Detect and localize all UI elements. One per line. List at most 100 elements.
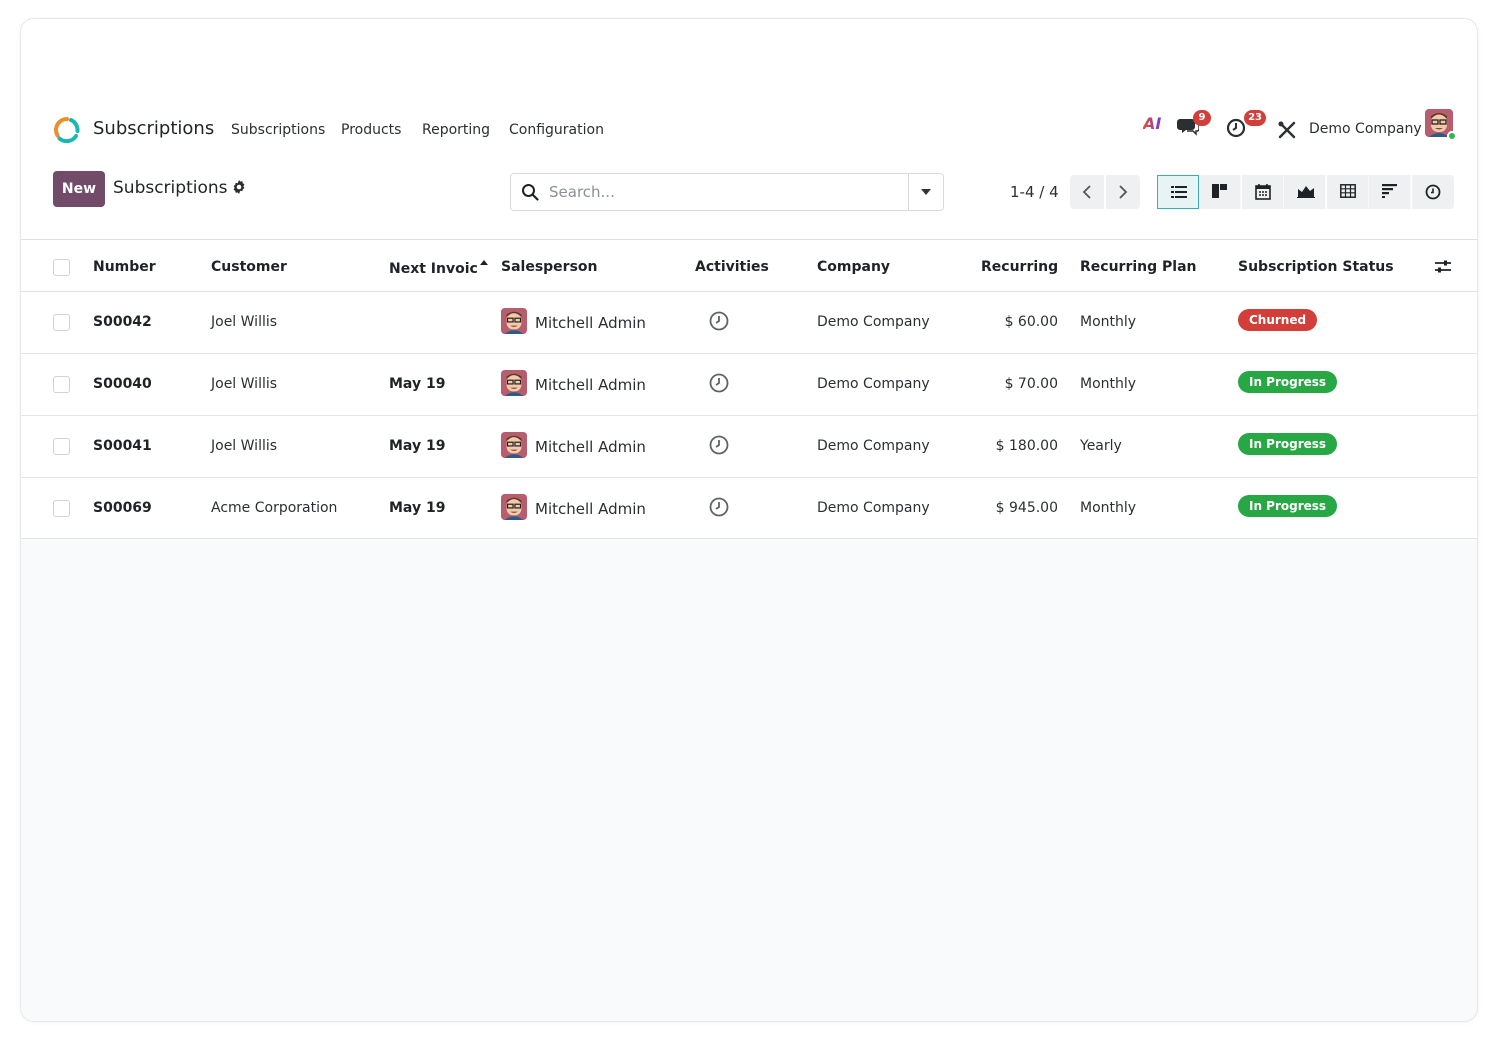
messages-badge: 9: [1193, 110, 1211, 126]
column-salesperson[interactable]: Salesperson: [501, 259, 598, 275]
salesperson-avatar-icon: [501, 370, 527, 396]
row-checkbox[interactable]: [53, 500, 70, 517]
messages-button[interactable]: 9: [1177, 110, 1211, 137]
activities-badge: 23: [1244, 110, 1266, 126]
ai-button[interactable]: AI: [1143, 114, 1161, 133]
pivot-view-button[interactable]: [1327, 175, 1369, 209]
gear-icon[interactable]: [231, 179, 247, 195]
tools-icon[interactable]: [1277, 120, 1297, 140]
customer-name: Joel Willis: [211, 438, 278, 454]
search-options-toggle[interactable]: [908, 174, 943, 210]
table-row[interactable]: S00042 Joel Willis Mitchell Admin Demo Comp…: [21, 292, 1477, 354]
user-avatar[interactable]: [1425, 109, 1457, 141]
status-badge: Churned: [1238, 309, 1318, 331]
activities-button[interactable]: 23: [1226, 110, 1266, 138]
table-row[interactable]: S00069 Acme Corporation May 19 Mitchell Adm…: [21, 478, 1477, 539]
customer-name: Acme Corporation: [211, 500, 338, 516]
company-name: Demo Company: [817, 376, 930, 392]
column-activities[interactable]: Activities: [695, 259, 769, 275]
row-checkbox[interactable]: [53, 376, 70, 393]
status-badge: In Progress: [1238, 433, 1338, 455]
new-button[interactable]: New: [53, 171, 105, 207]
activity-button[interactable]: [709, 373, 729, 393]
graph-view-button[interactable]: [1284, 175, 1326, 209]
next-invoice-date: May 19: [389, 438, 446, 454]
search-icon: [522, 184, 539, 201]
menu-configuration[interactable]: Configuration: [509, 122, 604, 138]
chevron-right-icon: [1119, 185, 1128, 199]
salesperson-name: Mitchell Admin: [535, 500, 646, 518]
subscriptions-app-icon[interactable]: [53, 116, 81, 144]
table-body: S00042 Joel Willis Mitchell Admin Demo Comp…: [21, 292, 1477, 539]
kanban-icon: [1212, 184, 1227, 198]
recurring-amount: $ 70.00: [1004, 376, 1058, 392]
next-invoice-date: May 19: [389, 376, 446, 392]
salesperson-avatar: [501, 308, 527, 334]
column-number[interactable]: Number: [93, 259, 156, 275]
clock-icon: [1425, 184, 1441, 200]
calendar-view-button[interactable]: [1242, 175, 1284, 209]
optional-columns-icon[interactable]: [1434, 259, 1452, 275]
column-customer[interactable]: Customer: [211, 259, 287, 275]
recurring-plan: Monthly: [1080, 500, 1137, 516]
search-bar: [510, 173, 944, 211]
row-checkbox[interactable]: [53, 438, 70, 455]
table-row[interactable]: S00040 Joel Willis May 19 Mitchell Admin Dem…: [21, 354, 1477, 416]
column-next-invoice-label: Next Invoic: [389, 261, 478, 277]
activity-button[interactable]: [709, 497, 729, 517]
menu-subscriptions[interactable]: Subscriptions: [231, 122, 325, 138]
activity-button[interactable]: [709, 435, 729, 455]
customer-name: Joel Willis: [211, 376, 278, 392]
recurring-amount: $ 945.00: [995, 500, 1058, 516]
ai-label: AI: [1143, 114, 1162, 133]
column-recurring-plan[interactable]: Recurring Plan: [1080, 259, 1196, 275]
company-name: Demo Company: [817, 438, 930, 454]
salesperson-name: Mitchell Admin: [535, 376, 646, 394]
menu-reporting[interactable]: Reporting: [422, 122, 490, 138]
column-company[interactable]: Company: [817, 259, 890, 275]
column-subscription-status[interactable]: Subscription Status: [1238, 259, 1394, 275]
salesperson-avatar-icon: [501, 308, 527, 334]
search-input[interactable]: [549, 174, 899, 210]
recurring-plan: Yearly: [1080, 438, 1122, 454]
subscription-number: S00042: [93, 314, 152, 330]
salesperson-name: Mitchell Admin: [535, 314, 646, 332]
pager-value[interactable]: 1-4 / 4: [1010, 183, 1059, 201]
kanban-view-button[interactable]: [1199, 175, 1241, 209]
table-row[interactable]: S00041 Joel Willis May 19 Mitchell Admin Dem…: [21, 416, 1477, 478]
area-chart-icon: [1297, 186, 1315, 198]
list-view-button[interactable]: [1157, 175, 1199, 209]
activity-clock-icon: [709, 373, 729, 393]
select-all-checkbox[interactable]: [53, 259, 70, 276]
cohort-view-button[interactable]: [1369, 175, 1411, 209]
pager-next-button[interactable]: [1106, 175, 1140, 209]
company-switcher[interactable]: Demo Company: [1309, 121, 1422, 137]
activity-view-button[interactable]: [1412, 175, 1454, 209]
pager-previous-button[interactable]: [1070, 175, 1104, 209]
activity-button[interactable]: [709, 311, 729, 331]
status-badge: In Progress: [1238, 495, 1338, 517]
company-name: Demo Company: [817, 314, 930, 330]
table-header: Number Customer Next Invoic Salesperson …: [21, 240, 1477, 292]
row-checkbox[interactable]: [53, 314, 70, 331]
menu-products[interactable]: Products: [341, 122, 401, 138]
activity-clock-icon: [709, 311, 729, 331]
recurring-amount: $ 180.00: [995, 438, 1058, 454]
salesperson-avatar-icon: [501, 432, 527, 458]
activity-clock-icon: [709, 497, 729, 517]
app-name[interactable]: Subscriptions: [93, 118, 214, 139]
app-window: Subscriptions Subscriptions Products Rep…: [20, 18, 1478, 1022]
calendar-icon: [1255, 184, 1271, 200]
activity-clock-icon: [709, 435, 729, 455]
column-recurring[interactable]: Recurring: [981, 259, 1058, 275]
column-next-invoice[interactable]: Next Invoic: [389, 259, 489, 277]
recurring-amount: $ 60.00: [1004, 314, 1058, 330]
table-icon: [1340, 184, 1356, 198]
chevron-left-icon: [1082, 185, 1091, 199]
online-status-dot: [1447, 131, 1457, 141]
main-navbar: Subscriptions Subscriptions Products Rep…: [21, 107, 1477, 153]
customer-name: Joel Willis: [211, 314, 278, 330]
salesperson-name: Mitchell Admin: [535, 438, 646, 456]
salesperson-avatar: [501, 432, 527, 458]
recurring-plan: Monthly: [1080, 314, 1137, 330]
